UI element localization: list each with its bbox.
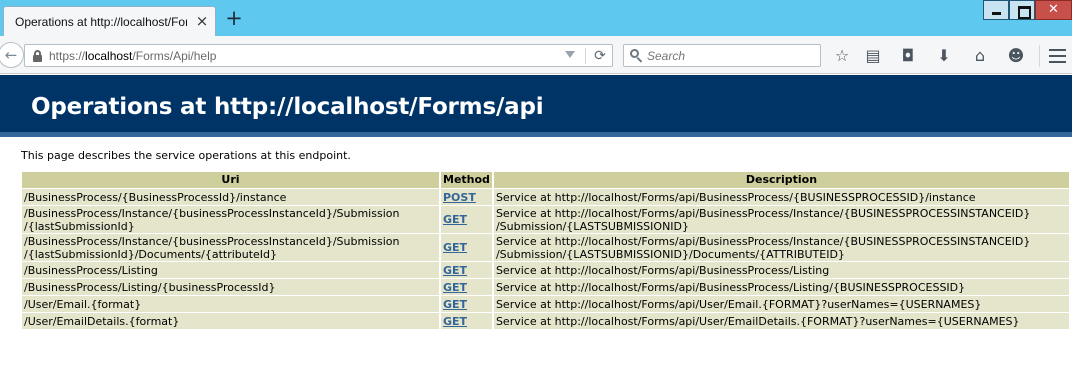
description-text: Service at http://localhost/Forms/api/Us…: [495, 314, 1020, 328]
uri-cell: /User/Email.{format}: [22, 296, 439, 312]
window-close-button[interactable]: ✕: [1035, 0, 1072, 20]
column-header-uri: Uri: [22, 172, 439, 188]
description-text: /Submission/{LASTSUBMISSIONID}/Documents…: [495, 247, 845, 261]
method-cell: GET: [441, 262, 492, 278]
table-row: /BusinessProcess/Listing/{businessProces…: [22, 279, 1069, 295]
search-input[interactable]: [647, 47, 817, 64]
column-header-description: Description: [493, 172, 1069, 188]
download-arrow-icon[interactable]: ⬇: [933, 46, 955, 66]
table-body: /BusinessProcess/{BusinessProcessId}/ins…: [22, 189, 1069, 329]
uri-text: /{lastSubmissionId}: [24, 219, 135, 233]
method-cell: GET: [441, 296, 492, 312]
description-text: Service at http://localhost/Forms/api/Bu…: [495, 263, 830, 277]
window-minimize-button[interactable]: [983, 0, 1009, 20]
uri-text: /BusinessProcess/Listing: [24, 263, 158, 277]
url-divider: [585, 48, 586, 64]
clipboard-icon[interactable]: ▤: [862, 46, 884, 66]
uri-text: /User/Email.{format}: [24, 297, 142, 311]
home-icon[interactable]: ⌂: [969, 46, 991, 66]
description-cell: Service at http://localhost/Forms/api/Bu…: [493, 189, 1069, 205]
table-row: /BusinessProcess/Listing GET Service at ht…: [22, 262, 1069, 278]
method-link[interactable]: GET: [443, 264, 467, 277]
search-bar[interactable]: [623, 44, 821, 67]
pocket-icon[interactable]: ◘: [897, 46, 919, 66]
description-cell: Service at http://localhost/Forms/api/Us…: [493, 296, 1069, 312]
uri-cell: /BusinessProcess/Listing/{businessProces…: [22, 279, 439, 295]
uri-cell: /BusinessProcess/Instance/{businessProce…: [22, 206, 439, 233]
method-cell: GET: [441, 313, 492, 329]
hamburger-menu-icon[interactable]: [1049, 49, 1066, 63]
method-link[interactable]: GET: [443, 241, 467, 254]
close-icon: ✕: [1048, 2, 1059, 17]
table-header-row: Uri Method Description: [22, 172, 1069, 188]
page-header: Operations at http://localhost/Forms/api: [0, 75, 1072, 137]
chevron-down-icon[interactable]: [565, 51, 575, 58]
description-cell: Service at http://localhost/Forms/api/Us…: [493, 313, 1069, 329]
method-link[interactable]: GET: [443, 315, 467, 328]
description-text: /Submission/{LASTSUBMISSIONID}: [495, 219, 690, 233]
uri-cell: /BusinessProcess/Instance/{businessProce…: [22, 234, 439, 261]
table-row: /User/Email.{format} GET Service at http:/…: [22, 296, 1069, 312]
method-link[interactable]: GET: [443, 298, 467, 311]
page-title: Operations at http://localhost/Forms/api: [31, 94, 544, 120]
description-text: Service at http://localhost/Forms/api/Us…: [495, 297, 982, 311]
uri-text: /{lastSubmissionId}/Documents/{attribute…: [24, 247, 278, 261]
description-cell: Service at http://localhost/Forms/api/Bu…: [493, 262, 1069, 278]
toolbar-divider: [1039, 45, 1040, 67]
url-text[interactable]: https://localhost/Forms/Api/help: [49, 49, 216, 63]
uri-text: /BusinessProcess/Instance/{businessProce…: [24, 206, 400, 220]
description-text: Service at http://localhost/Forms/api/Bu…: [495, 190, 976, 204]
uri-text: /BusinessProcess/Listing/{businessProces…: [24, 280, 276, 294]
column-header-method: Method: [441, 172, 492, 188]
table-row: /BusinessProcess/{BusinessProcessId}/ins…: [22, 189, 1069, 205]
method-cell: GET: [441, 234, 492, 261]
uri-text: /BusinessProcess/{BusinessProcessId}/ins…: [24, 190, 287, 204]
method-link[interactable]: GET: [443, 281, 467, 294]
tab-title: Operations at http://localhost/Forms/api: [15, 15, 187, 29]
chat-smiley-icon[interactable]: ☻: [1005, 46, 1027, 66]
reload-icon[interactable]: ⟳: [592, 47, 608, 65]
uri-cell: /BusinessProcess/{BusinessProcessId}/ins…: [22, 189, 439, 205]
operations-table: Uri Method Description /BusinessProcess/…: [20, 171, 1071, 330]
close-icon[interactable]: ×: [194, 12, 210, 30]
method-cell: GET: [441, 279, 492, 295]
uri-text: /BusinessProcess/Instance/{businessProce…: [24, 234, 400, 248]
table-row: /BusinessProcess/Instance/{businessProce…: [22, 234, 1069, 261]
browser-title-bar: Operations at http://localhost/Forms/api…: [0, 0, 1072, 36]
description-text: Service at http://localhost/Forms/api/Bu…: [495, 280, 966, 294]
uri-cell: /BusinessProcess/Listing: [22, 262, 439, 278]
back-button[interactable]: ←: [0, 42, 24, 68]
new-tab-icon[interactable]: +: [224, 7, 244, 29]
method-cell: GET: [441, 206, 492, 233]
search-icon[interactable]: [630, 49, 643, 62]
table-row: /User/EmailDetails.{format} GET Service at…: [22, 313, 1069, 329]
lock-icon[interactable]: [33, 50, 42, 62]
uri-text: /User/EmailDetails.{format}: [24, 314, 180, 328]
intro-text: This page describes the service operatio…: [21, 149, 351, 162]
navigation-toolbar: ← https://localhost/Forms/Api/help ⟳ ☆ ▤…: [0, 36, 1072, 74]
method-link[interactable]: POST: [443, 191, 476, 204]
method-link[interactable]: GET: [443, 213, 467, 226]
uri-cell: /User/EmailDetails.{format}: [22, 313, 439, 329]
window-maximize-button[interactable]: [1009, 0, 1035, 20]
table-row: /BusinessProcess/Instance/{businessProce…: [22, 206, 1069, 233]
method-cell: POST: [441, 189, 492, 205]
star-icon[interactable]: ☆: [831, 46, 853, 66]
description-cell: Service at http://localhost/Forms/api/Bu…: [493, 234, 1069, 261]
address-bar[interactable]: https://localhost/Forms/Api/help ⟳: [24, 44, 613, 67]
browser-tab[interactable]: Operations at http://localhost/Forms/api…: [3, 6, 216, 36]
description-cell: Service at http://localhost/Forms/api/Bu…: [493, 206, 1069, 233]
back-arrow-icon: ←: [4, 46, 18, 64]
description-cell: Service at http://localhost/Forms/api/Bu…: [493, 279, 1069, 295]
description-text: Service at http://localhost/Forms/api/Bu…: [495, 206, 1031, 220]
description-text: Service at http://localhost/Forms/api/Bu…: [495, 234, 1031, 248]
